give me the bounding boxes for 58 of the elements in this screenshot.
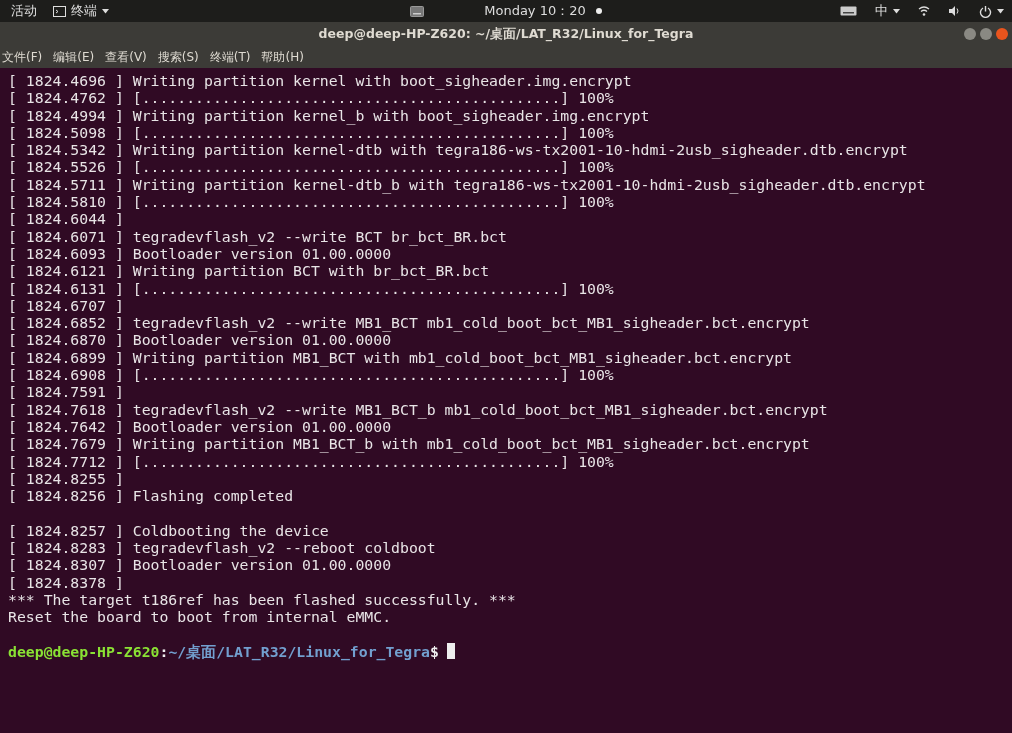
- menu-item[interactable]: 查看(V): [105, 49, 147, 66]
- maximize-button[interactable]: [980, 28, 992, 40]
- terminal-line: [ 1824.5711 ] Writing partition kernel-dtb_b with tegra186-ws-tx2001-10-hdmi-2usb_sigheader.dtb.encrypt: [8, 175, 926, 194]
- text-cursor: [446, 643, 455, 660]
- menu-item[interactable]: 编辑(E): [53, 49, 95, 66]
- terminal-line: [ 1824.4696 ] Writing partition kernel with boot_sigheader.img.encrypt: [8, 72, 632, 90]
- terminal-line: [ 1824.7618 ] tegradevflash_v2 --write MB1_BCT_b mb1_cold_boot_bct_MB1_sigheader.bct.encrypt: [8, 400, 828, 418]
- app-menu[interactable]: 终端: [53, 2, 109, 20]
- caret-icon: [997, 8, 1004, 14]
- menu-item[interactable]: 终端(T): [209, 49, 251, 66]
- terminal-line: [ 1824.5526 ] [...............................................] 100%: [8, 158, 614, 176]
- menu-item[interactable]: 帮助(H): [261, 49, 304, 66]
- terminal-line: [ 1824.6899 ] Writing partition MB1_BCT with mb1_cold_boot_bct_MB1_sigheader.bct.encrypt: [8, 348, 792, 367]
- notification-dot-icon: [595, 8, 602, 14]
- keyboard-icon[interactable]: [840, 6, 857, 16]
- terminal-line: [ 1824.8307 ] Bootloader version 01.00.0000: [8, 556, 392, 574]
- activities-button[interactable]: 活动: [11, 2, 37, 20]
- terminal-line: [ 1824.6044 ]: [8, 210, 124, 228]
- menu-item[interactable]: 文件(F): [2, 49, 43, 66]
- prompt-user-host: deep@deep-HP-Z620: [8, 642, 160, 661]
- keyboard-icon[interactable]: [410, 5, 425, 17]
- terminal-line: [ 1824.7712 ] [...............................................] 100%: [8, 452, 614, 470]
- terminal-line: [ 1824.8255 ]: [8, 469, 124, 488]
- volume-icon[interactable]: [948, 5, 961, 17]
- input-method-menu[interactable]: 中: [875, 2, 900, 20]
- prompt-path: ~/桌面/LAT_R32/Linux_for_Tegra: [168, 642, 430, 661]
- terminal-line: [ 1824.6707 ]: [8, 296, 124, 315]
- window-title: deep@deep-HP-Z620: ~/桌面/LAT_R32/Linux_for_Tegra: [318, 26, 694, 43]
- menu-item[interactable]: 搜索(S): [157, 49, 199, 66]
- minimize-button[interactable]: [964, 28, 976, 40]
- terminal-line: [ 1824.8378 ]: [8, 573, 124, 591]
- terminal-line: [ 1824.6852 ] tegradevflash_v2 --write MB1_BCT mb1_cold_boot_bct_MB1_sigheader.bct.encrypt: [8, 314, 810, 332]
- power-menu[interactable]: [979, 4, 1004, 18]
- terminal-line: [ 1824.7679 ] Writing partition MB1_BCT_b with mb1_cold_boot_bct_MB1_sigheader.bct.encrypt: [8, 435, 810, 453]
- terminal-icon: [53, 5, 66, 17]
- wifi-icon[interactable]: [918, 5, 930, 17]
- terminal-line: [ 1824.6131 ] [...............................................] 100%: [8, 279, 614, 297]
- terminal-line: *** The target t186ref has been flashed successfully. ***: [8, 590, 516, 609]
- prompt-separator: :: [159, 642, 169, 661]
- terminal-line: [ 1824.6071 ] tegradevflash_v2 --write BCT br_bct_BR.bct: [8, 227, 507, 245]
- terminal-line: Reset the board to boot from internal eMMC.: [8, 608, 392, 626]
- terminal-line: [ 1824.4762 ] [...............................................] 100%: [8, 89, 614, 107]
- terminal-line: [ 1824.8257 ] Coldbooting the device: [8, 521, 329, 539]
- terminal-line: [ 1824.7591 ]: [8, 383, 124, 401]
- clock[interactable]: Monday 10：20: [484, 2, 586, 20]
- terminal-line: [ 1824.6121 ] Writing partition BCT with br_bct_BR.bct: [8, 262, 490, 280]
- terminal-line: [ 1824.5810 ] [...............................................] 100%: [8, 193, 614, 211]
- terminal-line: [ 1824.4994 ] Writing partition kernel_b with boot_sigheader.img.encrypt: [8, 106, 650, 124]
- terminal-line: [ 1824.6870 ] Bootloader version 01.00.0000: [8, 331, 392, 349]
- close-button[interactable]: [996, 28, 1008, 40]
- terminal-line: [ 1824.5342 ] Writing partition kernel-dtb with tegra186-ws-tx2001-10-hdmi-2usb_sigheader.dtb.encrypt: [8, 141, 908, 159]
- prompt-symbol: $: [430, 642, 439, 661]
- terminal-line: [ 1824.8283 ] tegradevflash_v2 --reboot coldboot: [8, 539, 436, 557]
- caret-icon: [893, 8, 900, 14]
- terminal-line: [ 1824.6908 ] [...............................................] 100%: [8, 366, 614, 384]
- power-icon: [979, 4, 992, 18]
- terminal-line: [ 1824.8256 ] Flashing completed: [8, 487, 294, 505]
- caret-icon: [102, 8, 109, 14]
